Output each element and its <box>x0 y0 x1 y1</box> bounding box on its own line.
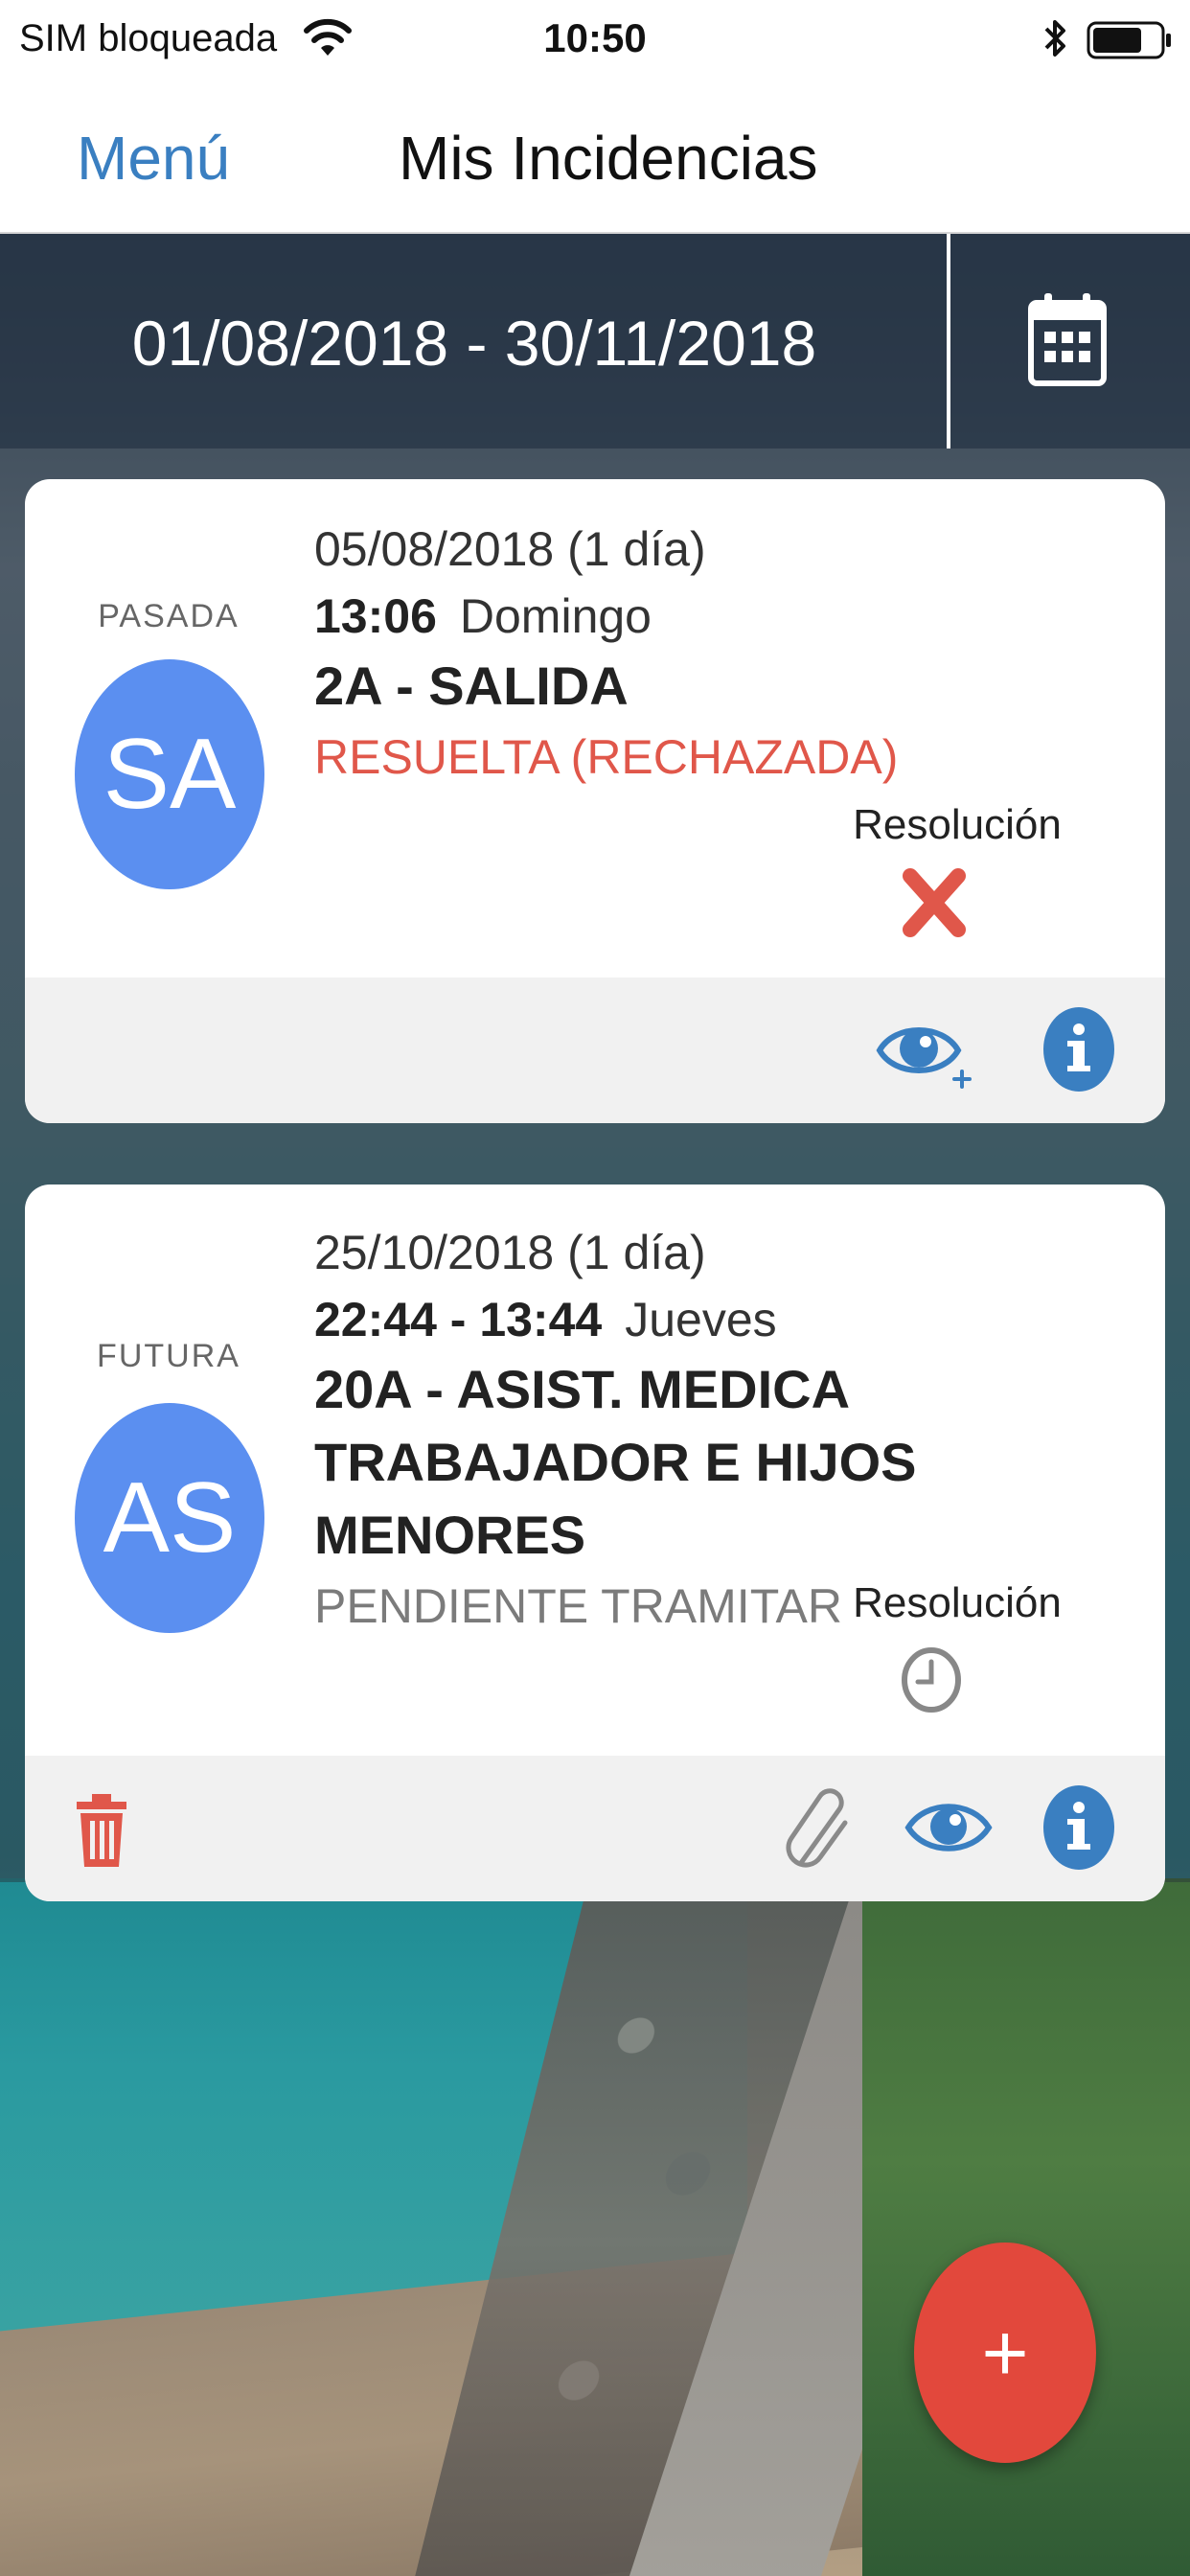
resolution-label: Resolución <box>853 1579 1062 1626</box>
incident-time-row: 22:44 - 13:44 Jueves <box>314 1286 1136 1353</box>
date-range-label[interactable]: 01/08/2018 - 30/11/2018 <box>0 307 949 380</box>
view-icon[interactable] <box>904 1796 993 1859</box>
clock-icon <box>902 1647 961 1713</box>
view-plus-icon[interactable] <box>876 1016 972 1089</box>
calendar-button[interactable] <box>950 234 1190 448</box>
avatar: AS <box>75 1403 264 1633</box>
incident-status: RESUELTA (RECHAZADA) <box>314 730 899 784</box>
incident-details: 05/08/2018 (1 día) 13:06 Domingo 2A - SAL… <box>314 516 1136 792</box>
trash-icon[interactable] <box>75 1792 128 1869</box>
background-vegetation <box>862 1878 1190 2576</box>
avatar: SA <box>75 659 264 889</box>
battery-icon <box>1087 21 1171 59</box>
incident-time-row: 13:06 Domingo <box>314 583 1136 650</box>
incident-card[interactable]: FUTURA AS 25/10/2018 (1 día) 22:44 - 13:… <box>25 1184 1165 1901</box>
status-bar: SIM bloqueada 10:50 <box>0 0 1190 80</box>
menu-button[interactable]: Menú <box>77 123 230 194</box>
info-icon[interactable] <box>1042 1006 1115 1092</box>
incident-time: 13:06 <box>314 589 437 643</box>
incident-type: 20A - ASIST. MEDICA <box>314 1359 851 1419</box>
incident-time: 22:44 - 13:44 <box>314 1293 603 1346</box>
page-title: Mis Incidencias <box>399 124 818 193</box>
resolution-label: Resolución <box>853 801 1062 848</box>
rejected-x-icon <box>903 868 966 937</box>
navigation-bar: Menú Mis Incidencias <box>0 80 1190 234</box>
incident-weekday: Jueves <box>625 1293 777 1346</box>
incident-weekday: Domingo <box>459 589 652 643</box>
incident-state-label: PASADA <box>98 598 240 634</box>
clock-time: 10:50 <box>543 15 647 60</box>
incident-type: 2A - SALIDA <box>314 656 629 716</box>
incident-details: 25/10/2018 (1 día) 22:44 - 13:44 Jueves 2… <box>314 1219 1136 1641</box>
attachment-icon[interactable] <box>782 1782 855 1874</box>
incident-type-continued: TRABAJADOR E HIJOS MENORES <box>314 1432 917 1565</box>
info-icon[interactable] <box>1042 1784 1115 1871</box>
incident-date: 05/08/2018 (1 día) <box>314 522 706 576</box>
date-range-bar: 01/08/2018 - 30/11/2018 <box>0 234 1190 448</box>
incident-state-label: FUTURA <box>97 1338 240 1374</box>
incident-date: 25/10/2018 (1 día) <box>314 1226 706 1279</box>
calendar-icon <box>1028 293 1107 386</box>
card-actions <box>25 1756 1165 1901</box>
card-actions <box>25 978 1165 1123</box>
incident-card[interactable]: PASADA SA 05/08/2018 (1 día) 13:06 Doming… <box>25 479 1165 1123</box>
add-incident-button[interactable]: + <box>914 2242 1096 2463</box>
bluetooth-icon <box>1044 20 1065 57</box>
